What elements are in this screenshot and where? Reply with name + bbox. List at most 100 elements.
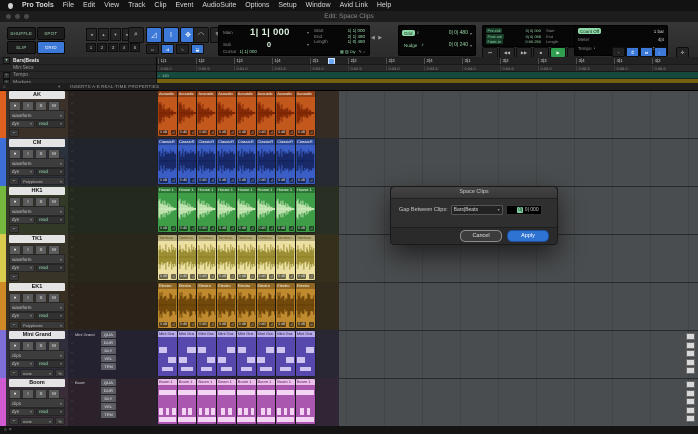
rtp-badge-dur[interactable]: DUR: [101, 339, 116, 346]
insert-slot[interactable]: ·: [68, 405, 99, 414]
zoom-button[interactable]: ▲: [98, 28, 109, 41]
clip-fade-handle[interactable]: ◿: [171, 130, 176, 135]
insert-slot[interactable]: ·: [68, 414, 99, 423]
elastic-audio-icon[interactable]: ⌁: [9, 273, 19, 281]
track-lane[interactable]: Mini GraMini GraMini GraMini GraMini Gra…: [156, 330, 698, 378]
input-monitor-button[interactable]: I: [22, 293, 34, 303]
clip-gain-badge[interactable]: 0 dB: [198, 274, 207, 279]
track-list-icon[interactable]: ≡: [3, 84, 6, 89]
track-view-selector[interactable]: waveform▾: [9, 158, 65, 168]
clip-gain-badge[interactable]: 0 dB: [258, 322, 267, 327]
insert-slot[interactable]: ·: [68, 366, 99, 375]
track-extra-selector[interactable]: none▾: [20, 417, 54, 425]
clip-gain-badge[interactable]: 0 dB: [258, 178, 267, 183]
clip-classicr-1[interactable]: ClassicR0 dB◿: [158, 139, 177, 184]
tempo-ruler[interactable]: ♩120: [156, 72, 698, 79]
mute-button[interactable]: M: [48, 149, 60, 159]
clip-boom-1-8[interactable]: Boom 1: [296, 379, 315, 424]
menu-window[interactable]: Window: [306, 2, 331, 9]
clip-gain-badge[interactable]: 0 dB: [218, 226, 227, 231]
clip-fade-handle[interactable]: ◿: [210, 226, 215, 231]
input-monitor-button[interactable]: I: [22, 245, 34, 255]
clip-mini-gra-4[interactable]: Mini Gra: [217, 331, 236, 376]
clip-classicr-2[interactable]: ClassicR0 dB◿: [178, 139, 197, 184]
gap-value-field[interactable]: 0| 0| 000: [506, 205, 542, 215]
clip-mini-gra-2[interactable]: Mini Gra: [178, 331, 197, 376]
clip-acoustic-6[interactable]: Acoustic0 dB◿: [257, 91, 276, 136]
rtp-value-box[interactable]: [686, 342, 695, 349]
clip-acoustic-5[interactable]: Acoustic0 dB◿: [237, 91, 256, 136]
record-arm-button[interactable]: ●: [9, 245, 21, 255]
count-off-label[interactable]: Count Off: [578, 28, 601, 34]
automation-mode-selector[interactable]: read▾: [36, 408, 65, 416]
menu-setup[interactable]: Setup: [278, 2, 296, 9]
clip-fade-handle[interactable]: ◿: [250, 226, 255, 231]
dyn-selector[interactable]: dyn▾: [9, 168, 35, 176]
playhead-marker[interactable]: [328, 58, 335, 66]
insert-slot[interactable]: ·: [68, 318, 99, 327]
insert-slot[interactable]: ·: [68, 204, 99, 213]
insert-slot[interactable]: ·Boom: [68, 378, 99, 387]
sub-counter-value[interactable]: 0: [267, 40, 271, 49]
automation-mode-selector[interactable]: read▾: [36, 312, 65, 320]
clip-gain-badge[interactable]: 0 dB: [297, 130, 306, 135]
elastic-audio-icon[interactable]: ⌁: [9, 225, 19, 233]
clip-house-1-4[interactable]: House 10 dB◿: [217, 187, 236, 232]
clip-fade-handle[interactable]: ◿: [230, 226, 235, 231]
elastic-audio-icon[interactable]: ⌁: [9, 177, 19, 185]
track-name[interactable]: Boom: [9, 379, 65, 387]
record-arm-button[interactable]: ●: [9, 197, 21, 207]
insert-plugin-name[interactable]: Mini Grand: [75, 332, 95, 337]
track-extra-selector[interactable]: Polyphonic▾: [20, 177, 65, 185]
bars-ruler[interactable]: 1|11|21|31|42|12|22|32|43|13|23|33|44|14…: [156, 57, 698, 65]
rtp-value-box[interactable]: [686, 390, 695, 397]
track-view-selector[interactable]: waveform▾: [9, 254, 65, 264]
zoomer-tool-button[interactable]: ⌕: [128, 27, 144, 43]
rtp-value-box[interactable]: [686, 350, 695, 357]
grid-note-icon[interactable]: ♪: [417, 30, 420, 36]
menu-view[interactable]: View: [104, 2, 119, 9]
track-view-selector[interactable]: waveform▾: [9, 110, 65, 120]
track-name[interactable]: Mini Grand: [9, 331, 65, 339]
dyn-selector[interactable]: dyn▾: [9, 264, 35, 272]
fade-in-label[interactable]: Fade-in: [486, 39, 503, 44]
clip-fade-handle[interactable]: ◿: [309, 226, 314, 231]
clip-gain-badge[interactable]: 0 dB: [198, 226, 207, 231]
record-arm-button[interactable]: ●: [9, 341, 21, 351]
insert-slot[interactable]: ·: [68, 138, 99, 147]
toolbar-expander-icon[interactable]: ◀ ▶: [371, 35, 383, 41]
clip-fade-handle[interactable]: ◿: [230, 322, 235, 327]
track-name[interactable]: EK1: [9, 283, 65, 291]
automation-mode-selector[interactable]: read▾: [36, 264, 65, 272]
automation-mode-selector[interactable]: read▾: [36, 216, 65, 224]
insert-slot[interactable]: ·: [68, 195, 99, 204]
menu-help[interactable]: Help: [377, 2, 391, 9]
rtp-badge-trn[interactable]: TRN: [101, 411, 116, 418]
clip-fade-handle[interactable]: ◿: [309, 274, 314, 279]
track-lane[interactable]: Boom 1Boom 1Boom 1Boom 1Boom 1Boom 1Boom…: [156, 378, 698, 426]
solo-button[interactable]: S: [35, 293, 47, 303]
clip-gain-badge[interactable]: 0 dB: [218, 274, 227, 279]
percent-box[interactable]: %: [55, 417, 65, 425]
track-lane[interactable]: ClassicR0 dB◿ClassicR0 dB◿ClassicR0 dB◿C…: [156, 138, 698, 186]
clip-fade-handle[interactable]: ◿: [250, 322, 255, 327]
clip-boom-1-1[interactable]: Boom 1: [158, 379, 177, 424]
track-extra-selector[interactable]: Polyphonic▾: [20, 321, 65, 329]
main-counter-value[interactable]: 1| 1| 000: [250, 27, 290, 38]
dialog-title[interactable]: Space Clips: [391, 187, 557, 199]
sub-counter-menu-icon[interactable]: ▾: [307, 42, 309, 47]
track-name[interactable]: AK: [9, 91, 65, 99]
clip-boom-1-2[interactable]: Boom 1: [178, 379, 197, 424]
clip-tambou-2[interactable]: Tambou0 dB◿: [178, 235, 197, 280]
clip-gain-badge[interactable]: 0 dB: [297, 226, 306, 231]
zoom-preset-4[interactable]: 4: [119, 43, 129, 52]
clip-acoustic-1[interactable]: Acoustic0 dB◿: [158, 91, 177, 136]
insert-slot[interactable]: ·: [68, 339, 99, 348]
insert-slot[interactable]: ·: [68, 156, 99, 165]
solo-button[interactable]: S: [35, 341, 47, 351]
insert-slot[interactable]: ·: [68, 282, 99, 291]
elastic-audio-icon[interactable]: ⌁: [9, 129, 19, 137]
selector-tool-button[interactable]: I: [163, 27, 179, 43]
input-monitor-button[interactable]: I: [22, 341, 34, 351]
ruler-widget-icon[interactable]: ▾: [3, 57, 10, 64]
